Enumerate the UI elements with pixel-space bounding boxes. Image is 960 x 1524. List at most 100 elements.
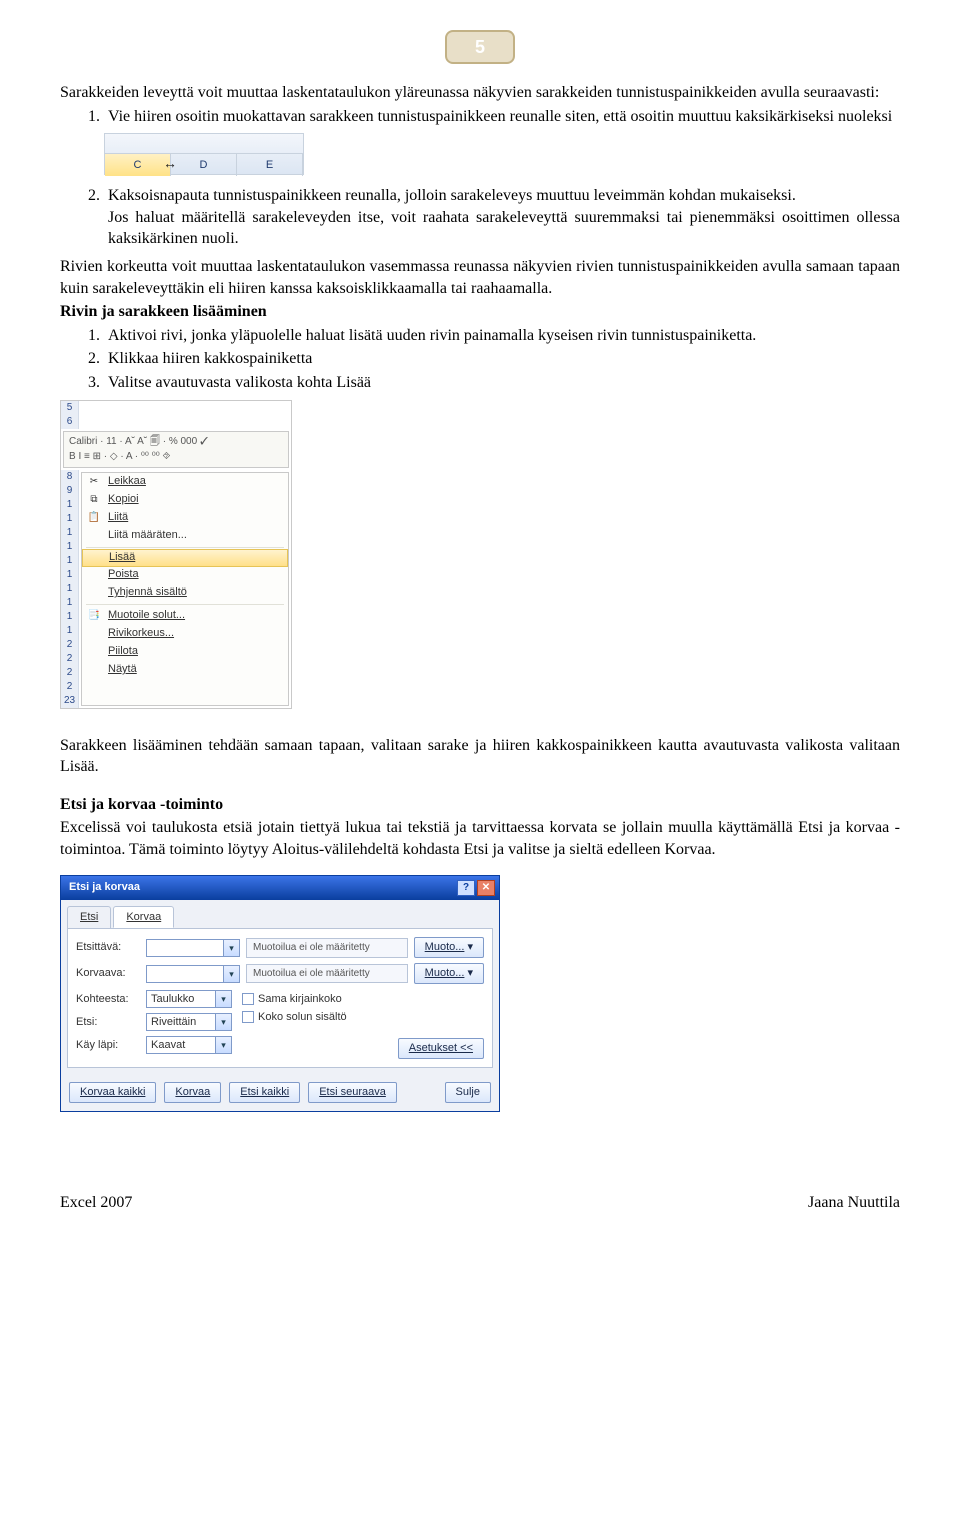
- checkbox-sama-kirjainkoko[interactable]: Sama kirjainkoko: [242, 992, 347, 1007]
- menu-label: Poista: [108, 567, 139, 582]
- checkbox-icon: [242, 1011, 254, 1023]
- combo-kohteesta[interactable]: Taulukko▾: [146, 990, 232, 1008]
- dialog-title: Etsi ja korvaa: [69, 880, 140, 895]
- menu-item-nayta[interactable]: Näytä: [82, 661, 288, 679]
- list2-item2a: Kaksoisnapauta tunnistuspainikkeen reuna…: [108, 187, 796, 204]
- para-sarakkeen-lisaaminen: Sarakkeen lisääminen tehdään samaan tapa…: [60, 735, 900, 778]
- menu-label: Muotoile solut...: [108, 608, 185, 623]
- close-button[interactable]: ✕: [477, 880, 495, 896]
- screenshot-column-headers: C D E ↔: [104, 133, 304, 175]
- resize-cursor-icon: ↔: [163, 156, 177, 175]
- combo-etsi[interactable]: Riveittäin▾: [146, 1013, 232, 1031]
- checkbox-koko-solun[interactable]: Koko solun sisältö: [242, 1010, 347, 1025]
- korvaa-button[interactable]: Korvaa: [164, 1082, 221, 1103]
- combo-kay-lapi[interactable]: Kaavat▾: [146, 1036, 232, 1054]
- rownum: 1: [61, 554, 78, 568]
- list3-i1: Aktivoi rivi, jonka yläpuolelle haluat l…: [104, 325, 900, 347]
- input-korvaava[interactable]: ▾: [146, 965, 240, 983]
- col-header-e: E: [237, 154, 303, 176]
- col-header-c: C: [105, 154, 171, 176]
- menu-label: Leikkaa: [108, 474, 146, 489]
- asetukset-button[interactable]: Asetukset <<: [398, 1038, 484, 1059]
- menu-item-piilota[interactable]: Piilota: [82, 643, 288, 661]
- rownum: 2: [61, 638, 78, 652]
- btn-label: Muoto...: [425, 967, 465, 979]
- label-etsittava: Etsittävä:: [76, 940, 140, 955]
- etsi-seuraava-button[interactable]: Etsi seuraava: [308, 1082, 397, 1103]
- menu-item-rivikorkeus[interactable]: Rivikorkeus...: [82, 625, 288, 643]
- menu-item-liita-maaraten[interactable]: Liitä määräten...: [82, 527, 288, 545]
- menu-label: Kopioi: [108, 492, 139, 507]
- rownum: 8: [61, 470, 78, 484]
- chevron-down-icon: ▾: [223, 940, 239, 956]
- blank-icon: [86, 586, 102, 600]
- menu-item-muotoile[interactable]: 📑 Muotoile solut...: [82, 607, 288, 625]
- help-icon: ?: [463, 881, 469, 895]
- input-etsittava[interactable]: ▾: [146, 939, 240, 957]
- menu-label: Näytä: [108, 662, 137, 677]
- menu-item-tyhjenna[interactable]: Tyhjennä sisältö: [82, 584, 288, 602]
- help-button[interactable]: ?: [457, 880, 475, 896]
- instruction-list-3: Aktivoi rivi, jonka yläpuolelle haluat l…: [60, 325, 900, 394]
- menu-item-kopioi[interactable]: ⧉Kopioi: [82, 491, 288, 509]
- muoto-button-1[interactable]: Muoto... ▾: [414, 937, 484, 958]
- etsi-kaikki-button[interactable]: Etsi kaikki: [229, 1082, 300, 1103]
- list2-item2: Kaksoisnapauta tunnistuspainikkeen reuna…: [104, 185, 900, 250]
- menu-label: Rivikorkeus...: [108, 626, 174, 641]
- tab-korvaa[interactable]: Korvaa: [113, 906, 174, 929]
- combo-value: Kaavat: [147, 1038, 215, 1053]
- page-number: 5: [475, 35, 485, 59]
- mini-toolbar[interactable]: Calibri · 11 · A˘ A˘ 🗐 · % 000 ✓ B I ≡ ⊞…: [63, 431, 289, 468]
- menu-separator: [86, 604, 284, 605]
- menu-label: Piilota: [108, 644, 138, 659]
- label-etsi: Etsi:: [76, 1015, 140, 1030]
- btn-label: Korvaa kaikki: [80, 1086, 145, 1098]
- screenshot-context-menu: 5 6 Calibri · 11 · A˘ A˘ 🗐 · % 000 ✓ B I…: [60, 400, 292, 709]
- footer-left: Excel 2007: [60, 1192, 132, 1214]
- rownum: 1: [61, 582, 78, 596]
- label-kay-lapi: Käy läpi:: [76, 1038, 140, 1053]
- korvaa-kaikki-button[interactable]: Korvaa kaikki: [69, 1082, 156, 1103]
- screenshot-find-replace-dialog: Etsi ja korvaa ? ✕ Etsi Korvaa Etsittävä…: [60, 875, 500, 1112]
- sulje-button[interactable]: Sulje: [445, 1082, 491, 1103]
- rownum-5: 5: [61, 401, 78, 415]
- menu-item-lisaa[interactable]: Lisää: [82, 549, 288, 567]
- instruction-list-1: Vie hiiren osoitin muokattavan sarakkeen…: [60, 106, 900, 128]
- rownum: 1: [61, 624, 78, 638]
- heading-rivin-lisaaminen: Rivin ja sarakkeen lisääminen: [60, 301, 900, 323]
- rownum: 1: [61, 568, 78, 582]
- para-etsi-korvaa: Excelissä voi taulukosta etsiä jotain ti…: [60, 817, 900, 860]
- scissors-icon: ✂: [86, 475, 102, 489]
- footer-right: Jaana Nuuttila: [808, 1192, 900, 1214]
- btn-label: Asetukset <<: [409, 1042, 473, 1054]
- list2-item2b: Jos haluat määritellä sarakeleveyden its…: [108, 209, 900, 248]
- format-preview: Muotoilua ei ole määritetty: [246, 938, 408, 958]
- blank-icon: [86, 529, 102, 543]
- tab-label: Etsi: [80, 911, 98, 923]
- blank-icon: [86, 627, 102, 641]
- menu-separator: [86, 547, 284, 548]
- menu-item-liita[interactable]: 📋Liitä: [82, 509, 288, 527]
- btn-label: Korvaa: [175, 1086, 210, 1098]
- mini-toolbar-row1: Calibri · 11 · A˘ A˘ 🗐 · % 000 ✓: [69, 435, 283, 449]
- menu-label: Liitä määräten...: [108, 528, 187, 543]
- rownum-6: 6: [61, 415, 78, 429]
- rownum: 9: [61, 484, 78, 498]
- format-icon: 📑: [86, 609, 102, 623]
- mini-toolbar-row2: B I ≡ ⊞ · ◇ · A · ⁰⁰ ⁰⁰ ⯑: [69, 450, 283, 464]
- menu-item-poista[interactable]: Poista: [82, 566, 288, 584]
- menu-item-leikkaa[interactable]: ✂ Leikkaa: [82, 473, 288, 491]
- format-preview-2: Muotoilua ei ole määritetty: [246, 964, 408, 984]
- list3-i2: Klikkaa hiiren kakkospainiketta: [104, 348, 900, 370]
- muoto-button-2[interactable]: Muoto... ▾: [414, 963, 484, 984]
- para-rivien-korkeus: Rivien korkeutta voit muuttaa laskentata…: [60, 256, 900, 299]
- page-footer: Excel 2007 Jaana Nuuttila: [60, 1192, 900, 1214]
- btn-label: Muoto...: [425, 941, 465, 953]
- chevron-down-icon: ▾: [215, 991, 231, 1007]
- btn-label: Sulje: [456, 1086, 480, 1098]
- dialog-titlebar[interactable]: Etsi ja korvaa ? ✕: [61, 876, 499, 900]
- intro-paragraph: Sarakkeiden leveyttä voit muuttaa lasken…: [60, 82, 900, 104]
- btn-label: Etsi kaikki: [240, 1086, 289, 1098]
- rownum: 1: [61, 498, 78, 512]
- tab-etsi[interactable]: Etsi: [67, 906, 111, 929]
